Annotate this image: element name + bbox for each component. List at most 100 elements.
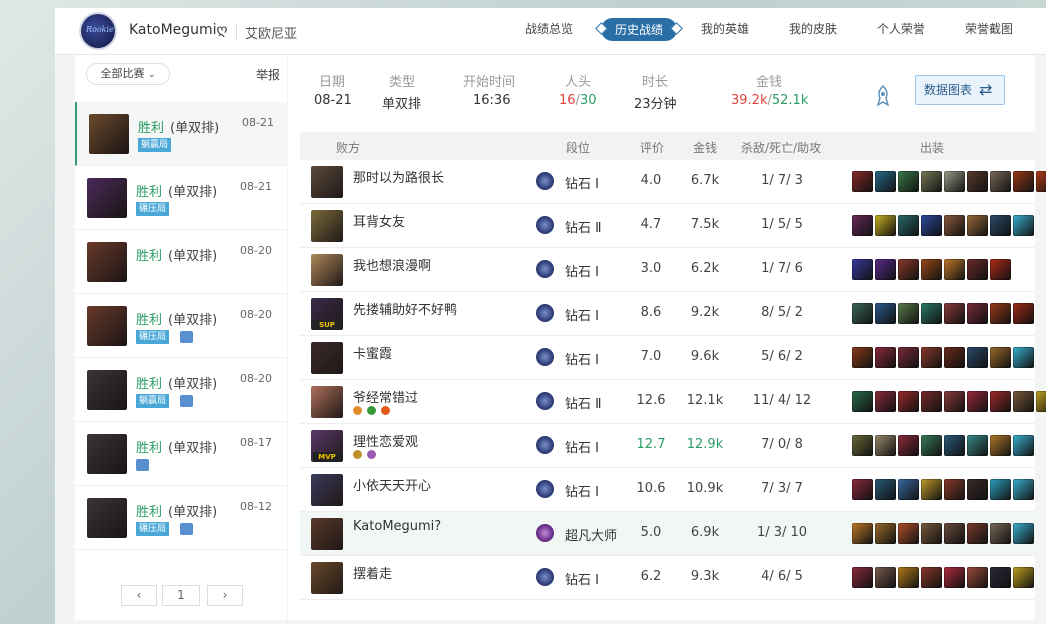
page-number[interactable]: 1 <box>162 585 200 606</box>
table-row[interactable]: 我也想浪漫啊 钻石 Ⅰ 3.0 6.2k 1/ 7/ 6 <box>300 248 1035 292</box>
item-icon[interactable] <box>967 567 988 588</box>
item-icon[interactable] <box>852 479 873 500</box>
item-icon[interactable] <box>921 391 942 412</box>
item-icon[interactable] <box>898 523 919 544</box>
item-icon[interactable] <box>967 259 988 280</box>
table-row[interactable]: 那时以为路很长 钻石 Ⅰ 4.0 6.7k 1/ 7/ 3 <box>300 160 1046 204</box>
item-icon[interactable] <box>875 215 896 236</box>
player-name[interactable]: 那时以为路很长 <box>353 167 444 186</box>
item-icon[interactable] <box>944 567 965 588</box>
item-icon[interactable] <box>944 435 965 456</box>
item-icon[interactable] <box>990 479 1011 500</box>
item-icon[interactable] <box>1013 523 1034 544</box>
item-icon[interactable] <box>967 435 988 456</box>
item-icon[interactable] <box>921 567 942 588</box>
item-icon[interactable] <box>1013 171 1034 192</box>
item-icon[interactable] <box>898 567 919 588</box>
item-icon[interactable] <box>852 435 873 456</box>
item-icon[interactable] <box>1013 567 1034 588</box>
item-icon[interactable] <box>990 347 1011 368</box>
match-list-item[interactable]: 胜利 (单双排) 08-20 躺赢局 <box>75 358 287 422</box>
item-icon[interactable] <box>967 303 988 324</box>
match-list-item[interactable]: 胜利 (单双排) 08-17 <box>75 422 287 486</box>
tab-my-skins[interactable]: 我的皮肤 <box>789 20 837 37</box>
player-name[interactable]: 理性恋爱观 <box>353 431 418 450</box>
item-icon[interactable] <box>852 215 873 236</box>
item-icon[interactable] <box>1013 215 1034 236</box>
player-name[interactable]: KatoMegumi? <box>353 519 441 534</box>
match-list-item[interactable]: 胜利 (单双排) 08-21 碾压局 <box>75 166 287 230</box>
item-icon[interactable] <box>852 171 873 192</box>
item-icon[interactable] <box>875 435 896 456</box>
player-name[interactable]: 耳背女友 <box>353 211 405 230</box>
table-row[interactable]: 耳背女友 钻石 Ⅱ 4.7 7.5k 1/ 5/ 5 <box>300 204 1035 248</box>
item-icon[interactable] <box>990 435 1011 456</box>
item-icon[interactable] <box>990 391 1011 412</box>
item-icon[interactable] <box>1013 435 1034 456</box>
item-icon[interactable] <box>1013 347 1034 368</box>
item-icon[interactable] <box>1036 391 1046 412</box>
item-icon[interactable] <box>944 479 965 500</box>
table-row[interactable]: KatoMegumi? 超凡大师 5.0 6.9k 1/ 3/ 10 <box>300 512 1035 556</box>
item-icon[interactable] <box>898 171 919 192</box>
item-icon[interactable] <box>898 435 919 456</box>
table-row[interactable]: 小依天天开心 钻石 Ⅰ 10.6 10.9k 7/ 3/ 7 <box>300 468 1035 512</box>
screenshot-icon[interactable] <box>180 331 193 343</box>
item-icon[interactable] <box>921 347 942 368</box>
player-name[interactable]: 我也想浪漫啊 <box>353 255 431 274</box>
tab-honor-screenshots[interactable]: 荣誉截图 <box>965 20 1013 37</box>
item-icon[interactable] <box>921 479 942 500</box>
item-icon[interactable] <box>921 523 942 544</box>
item-icon[interactable] <box>967 523 988 544</box>
item-icon[interactable] <box>921 215 942 236</box>
match-list-item[interactable]: 胜利 (单双排) 08-20 碾压局 <box>75 294 287 358</box>
item-icon[interactable] <box>852 567 873 588</box>
item-icon[interactable] <box>990 171 1011 192</box>
player-name[interactable]: 先搂辅助好不好鸭 <box>353 299 457 318</box>
match-list-item[interactable]: 胜利 (单双排) 08-21 躺赢局 <box>75 102 287 166</box>
item-icon[interactable] <box>875 347 896 368</box>
next-page-button[interactable]: › <box>207 585 243 606</box>
item-icon[interactable] <box>990 567 1011 588</box>
item-icon[interactable] <box>898 347 919 368</box>
item-icon[interactable] <box>852 391 873 412</box>
player-name[interactable]: 摆着走 <box>353 563 392 582</box>
item-icon[interactable] <box>944 303 965 324</box>
item-icon[interactable] <box>898 215 919 236</box>
item-icon[interactable] <box>921 303 942 324</box>
item-icon[interactable] <box>1013 479 1034 500</box>
item-icon[interactable] <box>852 347 873 368</box>
report-link[interactable]: 举报 <box>256 66 280 83</box>
player-name[interactable]: 小依天天开心 <box>353 475 431 494</box>
table-row[interactable]: 摆着走 钻石 Ⅰ 6.2 9.3k 4/ 6/ 5 <box>300 556 1035 600</box>
item-icon[interactable] <box>875 567 896 588</box>
item-icon[interactable] <box>990 523 1011 544</box>
match-list-item[interactable]: 胜利 (单双排) 08-12 碾压局 <box>75 486 287 550</box>
item-icon[interactable] <box>967 347 988 368</box>
item-icon[interactable] <box>921 259 942 280</box>
item-icon[interactable] <box>852 303 873 324</box>
item-icon[interactable] <box>967 479 988 500</box>
item-icon[interactable] <box>990 259 1011 280</box>
screenshot-icon[interactable] <box>180 395 193 407</box>
item-icon[interactable] <box>967 171 988 192</box>
item-icon[interactable] <box>944 215 965 236</box>
item-icon[interactable] <box>944 347 965 368</box>
player-name[interactable]: 卡蜜霞 <box>353 343 392 362</box>
screenshot-icon[interactable] <box>180 523 193 535</box>
screenshot-icon[interactable] <box>136 459 149 471</box>
item-icon[interactable] <box>875 479 896 500</box>
ward-icon[interactable] <box>874 85 892 107</box>
item-icon[interactable] <box>852 523 873 544</box>
item-icon[interactable] <box>944 523 965 544</box>
data-chart-button[interactable]: 数据图表 ⇄ <box>915 75 1005 105</box>
table-row[interactable]: 卡蜜霞 钻石 Ⅰ 7.0 9.6k 5/ 6/ 2 <box>300 336 1035 380</box>
table-row[interactable]: MVP 理性恋爱观 钻石 Ⅰ 12.7 12.9k 7/ 0/ 8 <box>300 424 1035 468</box>
item-icon[interactable] <box>852 259 873 280</box>
profile-avatar[interactable]: Rookie <box>81 14 115 48</box>
item-icon[interactable] <box>875 523 896 544</box>
table-row[interactable]: SUP 先搂辅助好不好鸭 钻石 Ⅰ 8.6 9.2k 8/ 5/ 2 <box>300 292 1035 336</box>
match-list-item[interactable]: 胜利 (单双排) 08-20 <box>75 230 287 294</box>
item-icon[interactable] <box>1013 391 1034 412</box>
match-filter-dropdown[interactable]: 全部比赛 ⌄ <box>86 63 170 85</box>
